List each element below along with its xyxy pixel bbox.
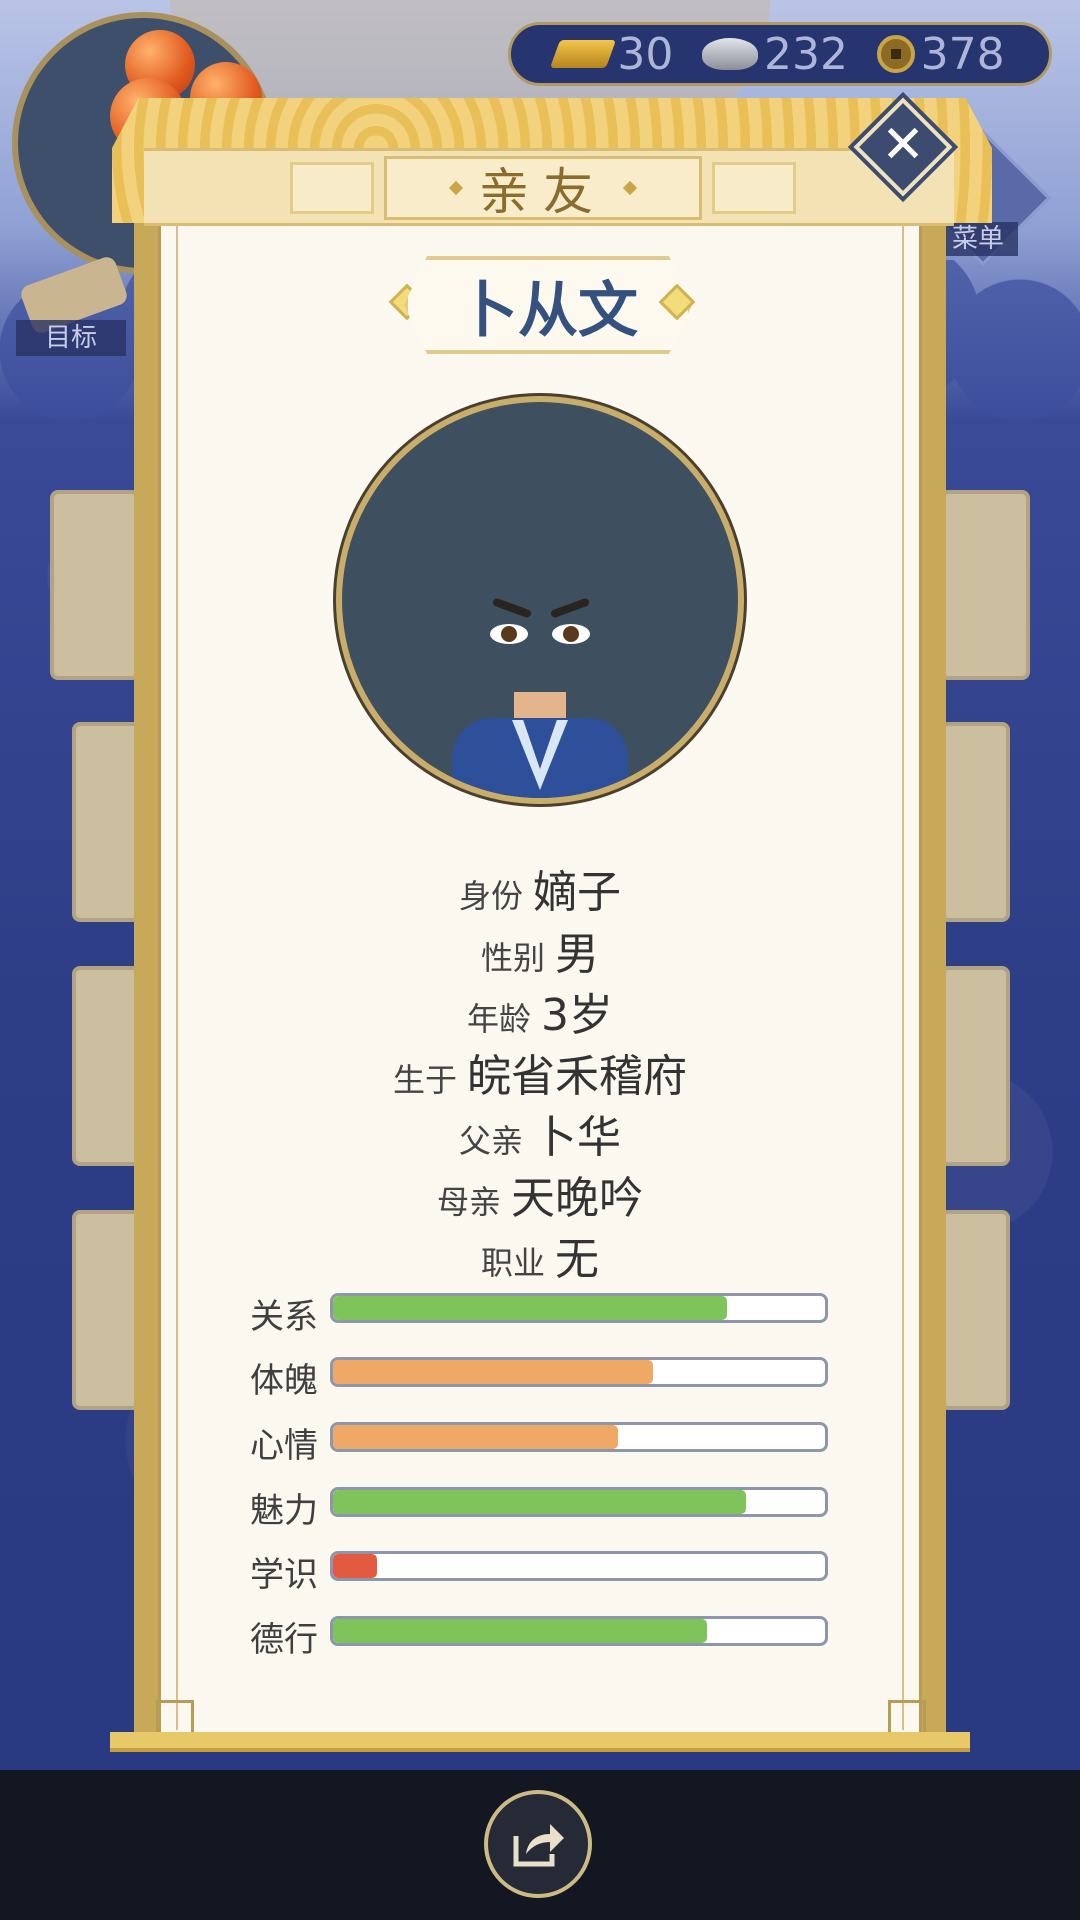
info-label: 性别 [480,939,545,977]
background-card [940,490,1030,680]
info-value: 嫡子 [533,867,621,918]
info-line-gender: 性别男 [0,918,1080,982]
silver-counter: 232 [702,29,848,80]
stat-bar [330,1616,828,1646]
stat-virtue: 德行 [250,1616,830,1660]
stat-label: 学识 [250,1555,318,1595]
diamond-ornament-icon [622,180,638,196]
info-line-birthplace: 生于 皖省禾稽府 [0,1040,1080,1104]
silver-ingot-icon [702,38,758,70]
eyebrow [549,597,591,619]
stat-bar [330,1293,828,1323]
info-value: 卜华 [533,1112,621,1163]
menu-button-label[interactable]: 菜单 [938,222,1018,256]
stat-bar-fill [333,1425,619,1449]
stat-knowledge: 学识 [250,1551,830,1595]
share-icon[interactable] [508,1816,568,1872]
info-value: 皖省禾稽府 [467,1051,687,1102]
stat-physique: 体魄 [250,1357,830,1401]
background-card [50,490,140,680]
info-line-age: 年龄 3岁 [0,979,1080,1043]
info-line-father: 父亲 卜华 [0,1101,1080,1165]
stat-bar [330,1487,828,1517]
header-panel-right [712,162,796,214]
info-value: 无 [555,1234,599,1285]
info-line-mother: 母亲 天晚吟 [0,1162,1080,1226]
character-portrait [342,402,738,798]
info-label: 母亲 [436,1183,501,1221]
info-label: 年龄 [466,1000,531,1038]
character-name: 卜从文 [458,275,638,346]
stat-bar-fill [333,1554,378,1578]
stat-charm: 魅力 [250,1487,830,1531]
stat-bar-fill [333,1619,707,1643]
info-value: 天晚吟 [511,1173,643,1224]
dialog-title: 亲友 [479,163,607,221]
gold-amount: 30 [617,28,674,80]
scroll-bottom-rod [110,1732,970,1752]
dialog-title-box: 亲友 [384,156,702,221]
close-icon[interactable]: ✕ [868,112,938,182]
stat-relationship: 关系 [250,1293,830,1337]
stat-label: 心情 [250,1426,318,1466]
stat-bar-fill [333,1296,727,1320]
stat-bar [330,1422,828,1452]
info-line-identity: 身份 嫡子 [0,856,1080,920]
header-panel-left [290,162,374,214]
info-label: 生于 [392,1061,457,1099]
info-label: 身份 [458,877,523,915]
diamond-ornament-icon [448,180,464,196]
currency-bar: 30 232 378 [508,22,1052,86]
stat-bar [330,1357,828,1387]
info-value: 男 [555,929,599,980]
copper-coin-icon [876,35,915,73]
character-name-plate: 卜从文 [404,256,692,354]
info-line-occupation: 职业无 [0,1223,1080,1287]
eyebrow [491,597,533,619]
copper-amount: 378 [920,28,1005,80]
silver-amount: 232 [764,28,848,80]
stat-mood: 心情 [250,1422,830,1466]
gold-ingot-icon [550,40,617,68]
stat-label: 关系 [250,1297,318,1337]
stat-label: 体魄 [250,1361,318,1401]
info-label: 父亲 [458,1122,523,1160]
goal-button-label[interactable]: 目标 [16,320,126,356]
stat-bar-fill [333,1360,653,1384]
eye [490,624,528,644]
info-value: 3岁 [541,990,613,1041]
share-button[interactable] [484,1790,592,1898]
eye [552,624,590,644]
gold-counter: 30 [550,28,674,80]
stat-bar-fill [333,1490,747,1514]
stat-label: 德行 [250,1620,318,1660]
copper-counter: 378 [876,28,1005,80]
stat-label: 魅力 [250,1491,318,1531]
stat-bar [330,1551,828,1581]
info-label: 职业 [480,1244,545,1282]
